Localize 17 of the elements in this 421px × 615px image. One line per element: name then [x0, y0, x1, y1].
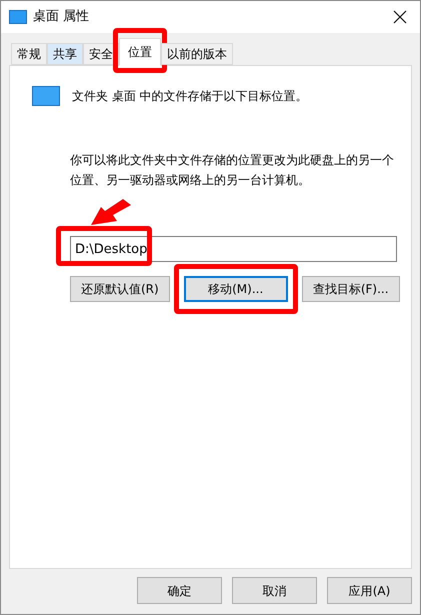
action-button[interactable]: 还原默认值(R) — [70, 276, 170, 302]
tab[interactable]: 常规 — [11, 43, 47, 65]
tab[interactable]: 以前的版本 — [161, 43, 233, 65]
dialog-button[interactable]: 取消 — [232, 577, 317, 604]
folder-icon — [32, 86, 60, 106]
dialog-button[interactable]: 应用(A) — [327, 577, 412, 604]
path-field[interactable]: D:\Desktop — [70, 236, 397, 262]
action-button[interactable]: 查找目标(F)... — [302, 276, 400, 302]
action-button[interactable]: 移动(M)... — [184, 276, 288, 302]
window-title: 桌面 属性 — [33, 8, 90, 26]
folder-icon — [9, 10, 27, 24]
tab[interactable]: 共享 — [47, 43, 83, 65]
description-text: 你可以将此文件夹中文件存储的位置更改为此硬盘上的另一个位置、另一驱动器或网络上的另一台计算机。 — [70, 152, 395, 189]
tab[interactable]: 位置 — [119, 38, 161, 66]
dialog-button[interactable]: 确定 — [137, 577, 222, 604]
close-icon — [393, 10, 407, 24]
info-text: 文件夹 桌面 中的文件存储于以下目标位置。 — [72, 88, 308, 105]
